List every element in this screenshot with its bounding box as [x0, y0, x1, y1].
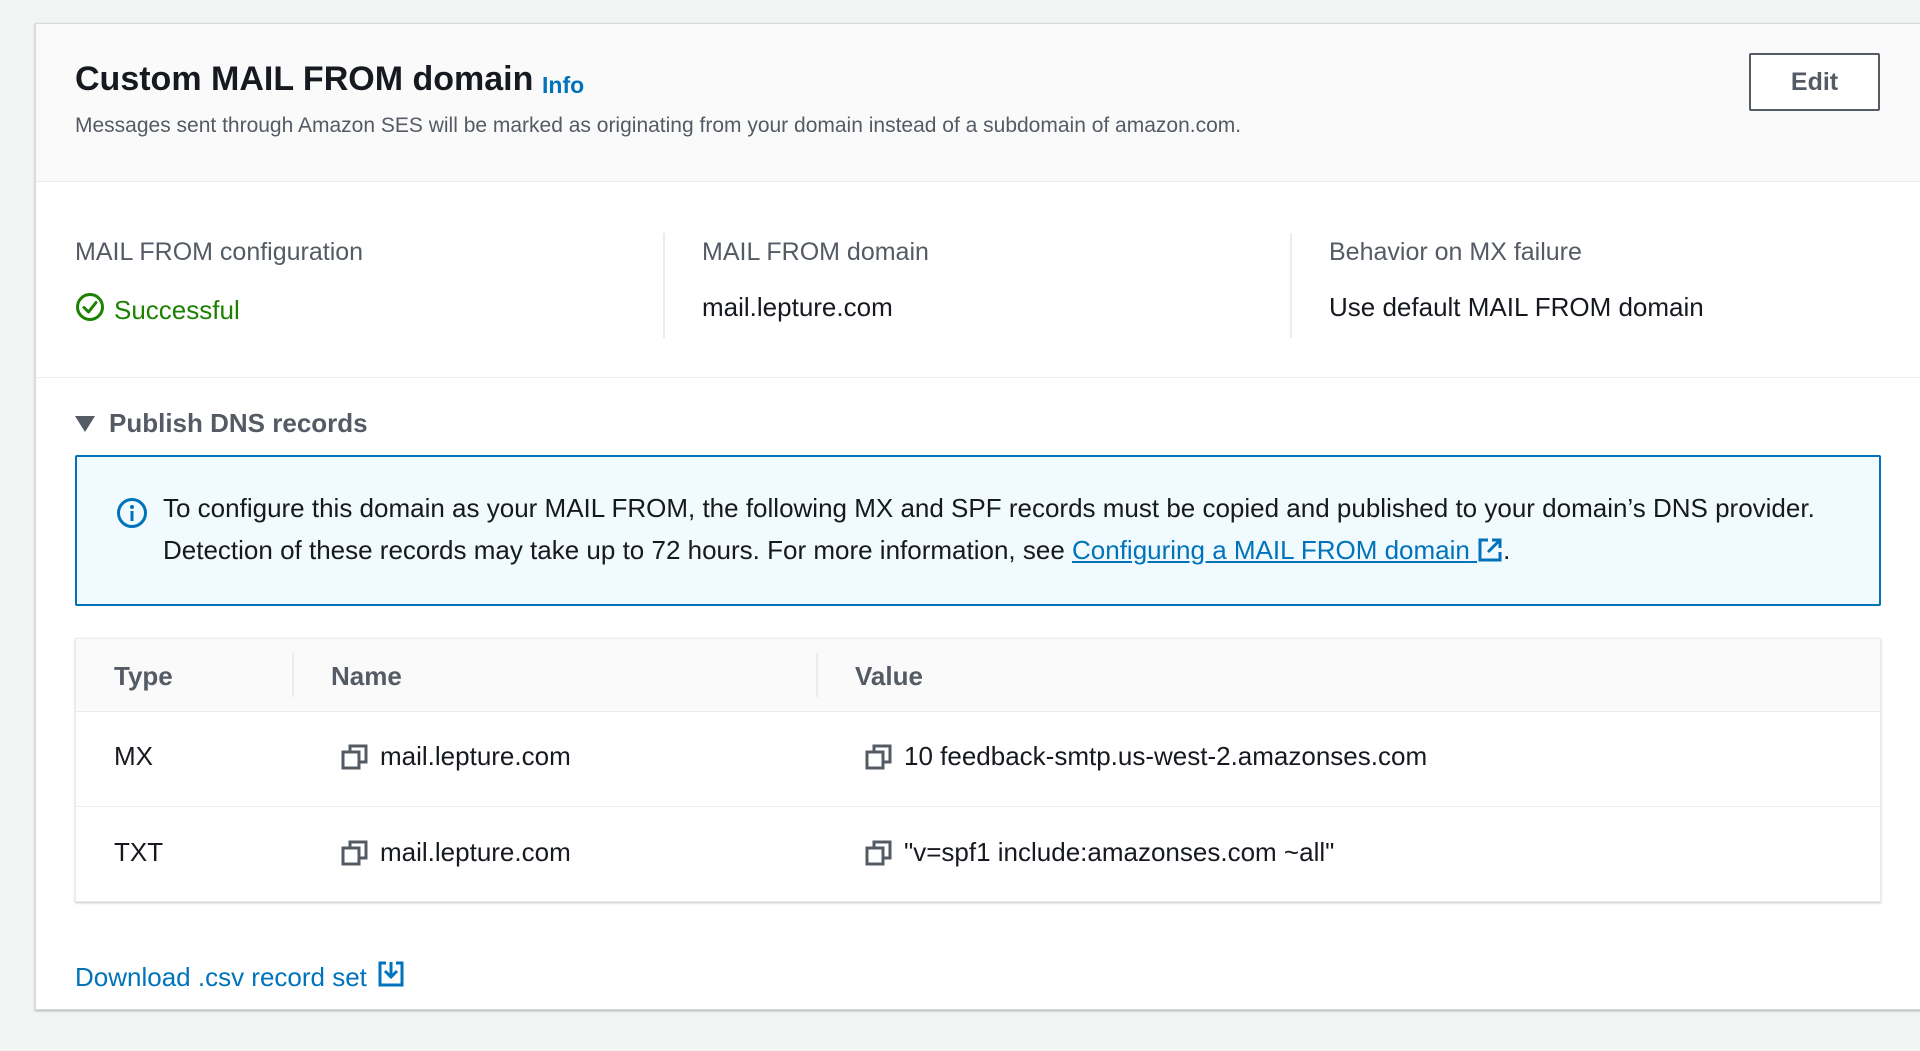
name-cell: mail.lepture.com [340, 837, 571, 868]
record-name: mail.lepture.com [380, 837, 571, 867]
copy-icon[interactable] [340, 838, 370, 868]
edit-button[interactable]: Edit [1749, 53, 1880, 111]
publish-dns-label: Publish DNS records [109, 408, 368, 438]
copy-icon[interactable] [864, 742, 894, 772]
dns-records-table: Type Name Value MX mail.lepture.com 10 f… [75, 638, 1881, 902]
summary-columns: MAIL FROM configuration Successful MAIL … [36, 181, 1920, 378]
info-circle-icon [116, 497, 148, 534]
domain-label: MAIL FROM domain [702, 238, 929, 266]
table-header: Type Name Value [76, 639, 1880, 712]
panel-description: Messages sent through Amazon SES will be… [75, 114, 1242, 137]
alert-message: To configure this domain as your MAIL FR… [163, 493, 1815, 565]
column-divider [816, 653, 818, 697]
behavior-value: Use default MAIL FROM domain [1329, 292, 1704, 322]
column-header-name: Name [331, 661, 402, 691]
record-value: "v=spf1 include:amazonses.com ~all" [904, 837, 1335, 867]
configuration-label: MAIL FROM configuration [75, 238, 364, 266]
record-name: mail.lepture.com [380, 741, 571, 771]
alert-text: To configure this domain as your MAIL FR… [163, 487, 1843, 571]
name-cell: mail.lepture.com [340, 741, 571, 772]
configuration-column: MAIL FROM configuration Successful [75, 181, 665, 377]
download-csv-label: Download .csv record set [75, 962, 367, 992]
domain-column: MAIL FROM domain mail.lepture.com [702, 181, 1292, 377]
download-icon [377, 960, 405, 995]
info-alert: To configure this domain as your MAIL FR… [75, 455, 1881, 606]
record-type: TXT [114, 837, 164, 867]
column-divider [292, 653, 294, 697]
behavior-column: Behavior on MX failure Use default MAIL … [1329, 181, 1919, 377]
table-row: TXT mail.lepture.com "v=spf1 include:ama… [76, 807, 1880, 902]
copy-icon[interactable] [864, 838, 894, 868]
value-cell: "v=spf1 include:amazonses.com ~all" [864, 837, 1334, 868]
alert-suffix: . [1503, 535, 1511, 565]
external-link-icon [1477, 535, 1503, 565]
download-csv-link[interactable]: Download .csv record set [75, 960, 405, 995]
column-divider [1290, 233, 1292, 338]
value-cell: 10 feedback-smtp.us-west-2.amazonses.com [864, 741, 1427, 772]
configuration-status: Successful [75, 292, 240, 329]
success-check-icon [75, 292, 105, 329]
configuration-value: Successful [114, 295, 240, 325]
behavior-label: Behavior on MX failure [1329, 238, 1582, 266]
column-header-type: Type [114, 661, 173, 691]
panel-title: Custom MAIL FROM domain [75, 60, 534, 98]
record-type: MX [114, 741, 153, 771]
column-header-value: Value [855, 661, 923, 691]
configuring-mail-from-link-text: Configuring a MAIL FROM domain [1072, 535, 1470, 565]
configuring-mail-from-link[interactable]: Configuring a MAIL FROM domain [1072, 535, 1503, 565]
domain-value: mail.lepture.com [702, 292, 893, 322]
record-value: 10 feedback-smtp.us-west-2.amazonses.com [904, 741, 1428, 771]
caret-down-icon [75, 408, 95, 439]
column-divider [663, 233, 665, 338]
table-row: MX mail.lepture.com 10 feedback-smtp.us-… [76, 711, 1880, 807]
mail-from-panel: Custom MAIL FROM domain Info Messages se… [35, 23, 1920, 1010]
info-link[interactable]: Info [542, 72, 584, 99]
copy-icon[interactable] [340, 742, 370, 772]
panel-header: Custom MAIL FROM domain Info Messages se… [36, 24, 1920, 182]
publish-dns-toggle[interactable]: Publish DNS records [75, 408, 368, 439]
